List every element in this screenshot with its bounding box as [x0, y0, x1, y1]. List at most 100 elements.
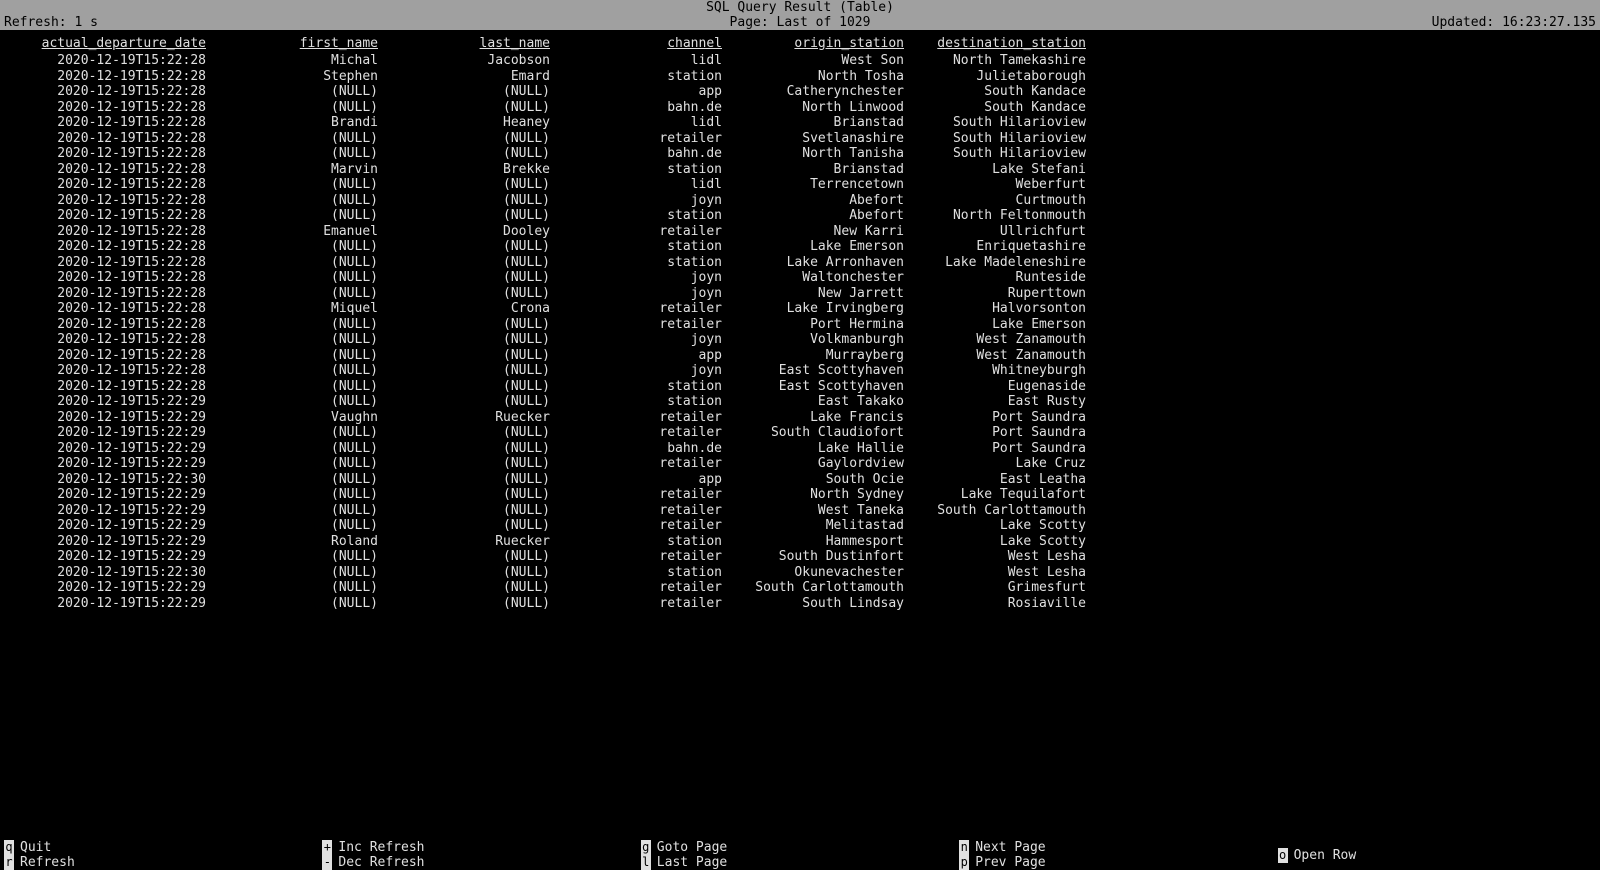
cell-origin_station: Okunevachester	[728, 565, 910, 581]
cell-origin_station: Waltonchester	[728, 270, 910, 286]
table-row[interactable]: 2020-12-19T15:22:28MarvinBrekkestationBr…	[10, 162, 1092, 178]
footer-column: oOpen Row	[1278, 840, 1596, 870]
keycap-icon: n	[959, 840, 969, 855]
cell-first_name: (NULL)	[212, 456, 384, 472]
table-row[interactable]: 2020-12-19T15:22:28(NULL)(NULL)stationEa…	[10, 379, 1092, 395]
table-row[interactable]: 2020-12-19T15:22:30(NULL)(NULL)appSouth …	[10, 472, 1092, 488]
table-row[interactable]: 2020-12-19T15:22:29(NULL)(NULL)stationEa…	[10, 394, 1092, 410]
cell-actual_departure_date: 2020-12-19T15:22:29	[10, 456, 212, 472]
cell-origin_station: Murrayberg	[728, 348, 910, 364]
cell-actual_departure_date: 2020-12-19T15:22:28	[10, 301, 212, 317]
footer-shortcut-open-row[interactable]: oOpen Row	[1278, 848, 1596, 863]
cell-origin_station: Catherynchester	[728, 84, 910, 100]
footer-shortcut-last-page[interactable]: lLast Page	[641, 855, 959, 870]
cell-channel: bahn.de	[556, 100, 728, 116]
cell-actual_departure_date: 2020-12-19T15:22:28	[10, 348, 212, 364]
cell-destination_station: North Tamekashire	[910, 53, 1092, 69]
cell-destination_station: West Zanamouth	[910, 332, 1092, 348]
table-row[interactable]: 2020-12-19T15:22:28(NULL)(NULL)bahn.deNo…	[10, 146, 1092, 162]
cell-origin_station: West Taneka	[728, 503, 910, 519]
cell-channel: retailer	[556, 425, 728, 441]
cell-destination_station: Enriquetashire	[910, 239, 1092, 255]
table-row[interactable]: 2020-12-19T15:22:28(NULL)(NULL)stationAb…	[10, 208, 1092, 224]
cell-origin_station: East Scottyhaven	[728, 379, 910, 395]
cell-origin_station: North Tanisha	[728, 146, 910, 162]
table-row[interactable]: 2020-12-19T15:22:28(NULL)(NULL)joynVolkm…	[10, 332, 1092, 348]
table-row[interactable]: 2020-12-19T15:22:28MiquelCronaretailerLa…	[10, 301, 1092, 317]
table-row[interactable]: 2020-12-19T15:22:29(NULL)(NULL)retailerS…	[10, 596, 1092, 612]
cell-origin_station: South Carlottamouth	[728, 580, 910, 596]
footer-shortcut-refresh[interactable]: rRefresh	[4, 855, 322, 870]
table-row[interactable]: 2020-12-19T15:22:29VaughnRueckerretailer…	[10, 410, 1092, 426]
table-row[interactable]: 2020-12-19T15:22:29(NULL)(NULL)retailerS…	[10, 580, 1092, 596]
table-row[interactable]: 2020-12-19T15:22:28(NULL)(NULL)appCather…	[10, 84, 1092, 100]
table-row[interactable]: 2020-12-19T15:22:28(NULL)(NULL)stationLa…	[10, 239, 1092, 255]
cell-origin_station: New Jarrett	[728, 286, 910, 302]
cell-channel: app	[556, 84, 728, 100]
table-row[interactable]: 2020-12-19T15:22:28(NULL)(NULL)bahn.deNo…	[10, 100, 1092, 116]
cell-actual_departure_date: 2020-12-19T15:22:29	[10, 487, 212, 503]
footer-shortcut-dec-refresh[interactable]: -Dec Refresh	[322, 855, 640, 870]
footer-shortcut-inc-refresh[interactable]: +Inc Refresh	[322, 840, 640, 855]
table-row[interactable]: 2020-12-19T15:22:29(NULL)(NULL)retailerG…	[10, 456, 1092, 472]
table-row[interactable]: 2020-12-19T15:22:28(NULL)(NULL)joynWalto…	[10, 270, 1092, 286]
table-row[interactable]: 2020-12-19T15:22:29(NULL)(NULL)bahn.deLa…	[10, 441, 1092, 457]
table-row[interactable]: 2020-12-19T15:22:28(NULL)(NULL)lidlTerre…	[10, 177, 1092, 193]
cell-first_name: Stephen	[212, 69, 384, 85]
table-row[interactable]: 2020-12-19T15:22:28MichalJacobsonlidlWes…	[10, 53, 1092, 69]
footer-shortcut-next-page[interactable]: nNext Page	[959, 840, 1277, 855]
table-row[interactable]: 2020-12-19T15:22:28(NULL)(NULL)stationLa…	[10, 255, 1092, 271]
cell-last_name: (NULL)	[384, 596, 556, 612]
cell-actual_departure_date: 2020-12-19T15:22:28	[10, 208, 212, 224]
column-header-actual_departure_date: actual_departure_date	[10, 36, 212, 53]
keycap-icon: l	[641, 855, 651, 870]
column-header-first_name: first_name	[212, 36, 384, 53]
cell-first_name: (NULL)	[212, 208, 384, 224]
cell-last_name: (NULL)	[384, 379, 556, 395]
refresh-status: Refresh: 1 s	[4, 15, 98, 30]
cell-channel: joyn	[556, 286, 728, 302]
cell-actual_departure_date: 2020-12-19T15:22:28	[10, 193, 212, 209]
table-row[interactable]: 2020-12-19T15:22:29(NULL)(NULL)retailerW…	[10, 503, 1092, 519]
table-row[interactable]: 2020-12-19T15:22:28(NULL)(NULL)appMurray…	[10, 348, 1092, 364]
cell-first_name: (NULL)	[212, 177, 384, 193]
table-row[interactable]: 2020-12-19T15:22:29(NULL)(NULL)retailerS…	[10, 549, 1092, 565]
footer-shortcut-quit[interactable]: qQuit	[4, 840, 322, 855]
table-row[interactable]: 2020-12-19T15:22:28BrandiHeaneylidlBrian…	[10, 115, 1092, 131]
cell-first_name: Roland	[212, 534, 384, 550]
cell-origin_station: Lake Hallie	[728, 441, 910, 457]
table-row[interactable]: 2020-12-19T15:22:28StephenEmardstationNo…	[10, 69, 1092, 85]
cell-destination_station: Curtmouth	[910, 193, 1092, 209]
result-table-wrap: actual_departure_datefirst_namelast_name…	[0, 30, 1600, 611]
keycap-icon: -	[322, 855, 332, 870]
cell-actual_departure_date: 2020-12-19T15:22:29	[10, 503, 212, 519]
cell-first_name: (NULL)	[212, 487, 384, 503]
cell-actual_departure_date: 2020-12-19T15:22:28	[10, 100, 212, 116]
cell-first_name: (NULL)	[212, 84, 384, 100]
cell-channel: retailer	[556, 503, 728, 519]
footer-shortcut-prev-page[interactable]: pPrev Page	[959, 855, 1277, 870]
cell-last_name: (NULL)	[384, 255, 556, 271]
cell-first_name: (NULL)	[212, 565, 384, 581]
table-row[interactable]: 2020-12-19T15:22:29(NULL)(NULL)retailerN…	[10, 487, 1092, 503]
cell-actual_departure_date: 2020-12-19T15:22:28	[10, 270, 212, 286]
cell-first_name: (NULL)	[212, 146, 384, 162]
table-row[interactable]: 2020-12-19T15:22:28(NULL)(NULL)joynNew J…	[10, 286, 1092, 302]
keycap-icon: g	[641, 840, 651, 855]
cell-last_name: (NULL)	[384, 518, 556, 534]
cell-channel: station	[556, 255, 728, 271]
table-row[interactable]: 2020-12-19T15:22:29RolandRueckerstationH…	[10, 534, 1092, 550]
table-row[interactable]: 2020-12-19T15:22:30(NULL)(NULL)stationOk…	[10, 565, 1092, 581]
table-row[interactable]: 2020-12-19T15:22:28(NULL)(NULL)retailerP…	[10, 317, 1092, 333]
footer-shortcut-goto-page[interactable]: gGoto Page	[641, 840, 959, 855]
cell-first_name: (NULL)	[212, 596, 384, 612]
table-row[interactable]: 2020-12-19T15:22:28(NULL)(NULL)joynAbefo…	[10, 193, 1092, 209]
table-row[interactable]: 2020-12-19T15:22:29(NULL)(NULL)retailerS…	[10, 425, 1092, 441]
cell-actual_departure_date: 2020-12-19T15:22:28	[10, 177, 212, 193]
table-row[interactable]: 2020-12-19T15:22:28(NULL)(NULL)retailerS…	[10, 131, 1092, 147]
table-row[interactable]: 2020-12-19T15:22:28EmanuelDooleyretailer…	[10, 224, 1092, 240]
cell-channel: station	[556, 394, 728, 410]
cell-destination_station: South Kandace	[910, 100, 1092, 116]
table-row[interactable]: 2020-12-19T15:22:28(NULL)(NULL)joynEast …	[10, 363, 1092, 379]
table-row[interactable]: 2020-12-19T15:22:29(NULL)(NULL)retailerM…	[10, 518, 1092, 534]
